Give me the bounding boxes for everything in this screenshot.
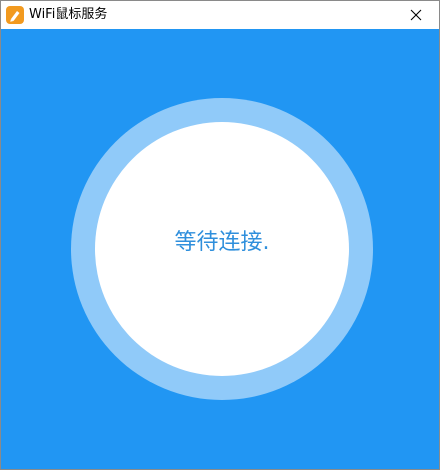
app-window: WiFi鼠标服务 等待连接.: [0, 0, 440, 470]
title-bar[interactable]: WiFi鼠标服务: [1, 1, 439, 29]
main-content: 等待连接.: [1, 29, 439, 469]
connection-ring: 等待连接.: [71, 98, 373, 400]
app-logo-icon: [6, 6, 24, 24]
close-button[interactable]: [393, 1, 439, 29]
connection-circle: 等待连接.: [95, 122, 349, 376]
connection-status: 等待连接.: [174, 230, 270, 255]
close-icon: [410, 9, 422, 21]
window-title: WiFi鼠标服务: [29, 7, 108, 22]
